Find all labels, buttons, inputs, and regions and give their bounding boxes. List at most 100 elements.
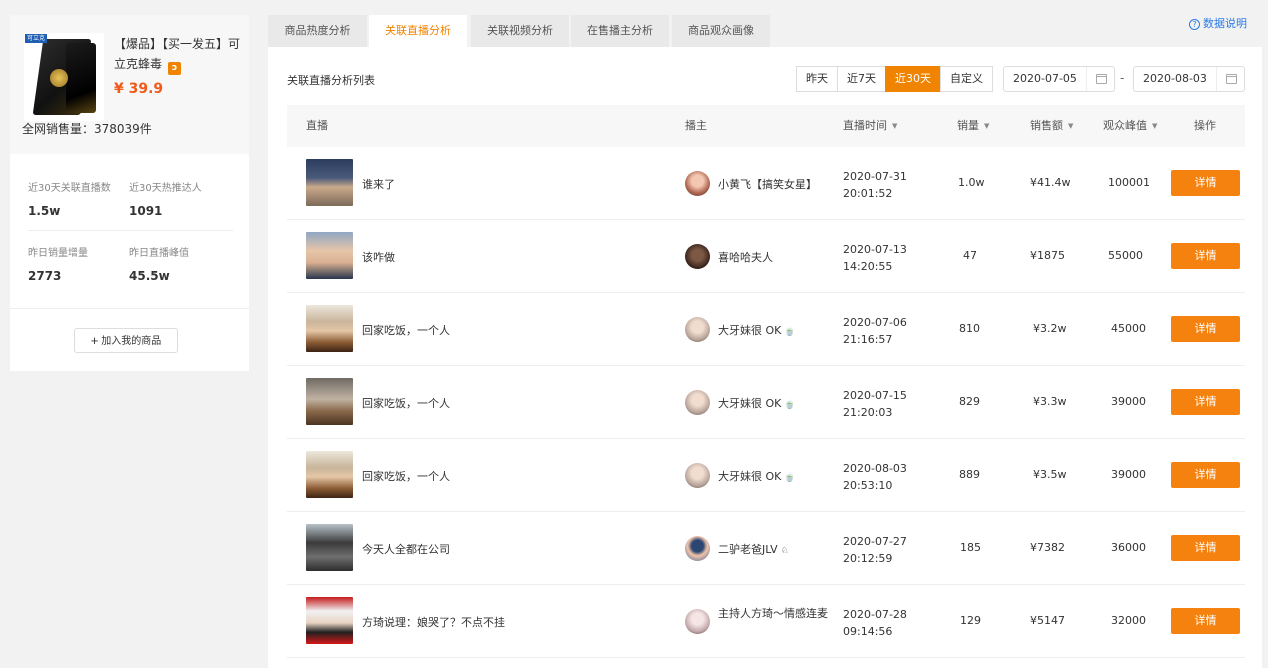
col-sales[interactable]: 销量 ▼: [957, 105, 989, 147]
product-summary: 可立克 【爆品】【买一发五】可立克蜂毒 ↄ ¥ 39.9 全网销售量：378039…: [10, 15, 249, 154]
stats-divider: [28, 230, 233, 231]
list-title: 关联直播分析列表: [287, 74, 375, 87]
avatar[interactable]: [685, 317, 710, 342]
range-custom-button[interactable]: 自定义: [940, 66, 993, 92]
tab-live[interactable]: 关联直播分析: [369, 15, 467, 47]
detail-button[interactable]: 详情: [1171, 316, 1240, 342]
live-thumbnail[interactable]: [306, 524, 353, 571]
stat-value: 2773: [28, 269, 62, 283]
teacup-icon: 🍵: [784, 400, 796, 410]
stat-value: 1091: [129, 204, 163, 218]
product-total-sales: 全网销售量：378039件: [22, 122, 152, 136]
avatar[interactable]: [685, 536, 710, 561]
live-thumbnail[interactable]: [306, 305, 353, 352]
live-time: 2020-07-27 20:12:59: [843, 533, 907, 567]
tab-anchors[interactable]: 在售播主分析: [571, 15, 669, 47]
detail-button[interactable]: 详情: [1171, 170, 1240, 196]
live-date: 2020-07-15: [843, 389, 907, 402]
live-title[interactable]: 回家吃饭，一个人: [362, 322, 450, 338]
anchor-name[interactable]: 主持人方琦～情感连麦: [718, 605, 828, 622]
anchor-name[interactable]: 大牙妹很 OK 🍵: [718, 468, 796, 484]
teacup-icon: 🍵: [784, 473, 796, 483]
col-amount[interactable]: 销售额 ▼: [1030, 105, 1073, 147]
avatar[interactable]: [685, 171, 710, 196]
add-to-my-products-button[interactable]: + 加入我的商品: [74, 328, 178, 353]
live-title[interactable]: 回家吃饭，一个人: [362, 395, 450, 411]
anchor-name-text: 大牙妹很 OK: [718, 470, 782, 483]
tab-heat[interactable]: 商品热度分析: [268, 15, 367, 47]
anchor-name-text: 二驴老爸JLV: [718, 543, 778, 556]
main-content: 关联直播分析列表 昨天 近7天 近30天 自定义 2020-07-05 - 20…: [268, 47, 1262, 668]
detail-button[interactable]: 详情: [1171, 389, 1240, 415]
amount-value: ¥3.3w: [1033, 395, 1067, 408]
date-start-field[interactable]: 2020-07-05: [1003, 66, 1115, 92]
calendar-icon[interactable]: [1086, 67, 1114, 91]
anchor-name[interactable]: 大牙妹很 OK 🍵: [718, 322, 796, 338]
date-end-field[interactable]: 2020-08-03: [1133, 66, 1245, 92]
sort-down-icon[interactable]: ▼: [984, 122, 989, 130]
table-row: 方琦说理：娘哭了？不点不挂 主持人方琦～情感连麦 2020-07-28 09:14…: [287, 585, 1245, 658]
table-row: 今天人全都在公司 二驴老爸JLV ♘ 2020-07-27 20:12:59 185…: [287, 512, 1245, 585]
stat-30d-lives: 近30天关联直播数 1.5w: [28, 179, 111, 218]
tab-video[interactable]: 关联视频分析: [471, 15, 569, 47]
peak-value: 36000: [1111, 541, 1146, 554]
range-30d-button[interactable]: 近30天: [885, 66, 941, 92]
teacup-icon: 🍵: [784, 327, 796, 337]
live-thumbnail[interactable]: [306, 597, 353, 644]
product-image[interactable]: 可立克: [24, 33, 104, 121]
col-peak[interactable]: 观众峰值 ▼: [1103, 105, 1157, 147]
help-label: 数据说明: [1203, 17, 1247, 30]
live-title[interactable]: 今天人全都在公司: [362, 541, 450, 557]
sort-down-icon[interactable]: ▼: [1068, 122, 1073, 130]
anchor-name[interactable]: 小黄飞【搞笑女星】: [718, 176, 817, 192]
col-time-label: 直播时间: [843, 119, 887, 132]
sales-value: 47: [963, 249, 977, 262]
detail-button[interactable]: 详情: [1171, 243, 1240, 269]
avatar[interactable]: [685, 244, 710, 269]
live-thumbnail[interactable]: [306, 451, 353, 498]
product-image-tag: 可立克: [25, 34, 48, 43]
live-clock: 14:20:55: [843, 260, 893, 273]
avatar[interactable]: [685, 463, 710, 488]
col-time[interactable]: 直播时间 ▼: [843, 105, 897, 147]
peak-value: 32000: [1111, 614, 1146, 627]
amount-value: ¥3.2w: [1033, 322, 1067, 335]
data-help-link[interactable]: ? 数据说明: [1189, 15, 1247, 31]
avatar[interactable]: [685, 609, 710, 634]
live-title[interactable]: 该咋做: [362, 249, 395, 265]
amount-value: ¥41.4w: [1030, 176, 1071, 189]
rss-icon[interactable]: ↄ: [168, 62, 182, 75]
live-thumbnail[interactable]: [306, 232, 353, 279]
calendar-icon[interactable]: [1216, 67, 1244, 91]
live-thumbnail[interactable]: [306, 378, 353, 425]
range-selector: 昨天 近7天 近30天 自定义: [796, 66, 993, 92]
sort-down-icon[interactable]: ▼: [1152, 122, 1157, 130]
live-time: 2020-07-15 21:20:03: [843, 387, 907, 421]
anchor-name[interactable]: 二驴老爸JLV ♘: [718, 541, 789, 557]
stat-value: 45.5w: [129, 269, 170, 283]
anchor-name[interactable]: 喜哈哈夫人: [718, 249, 773, 265]
live-clock: 21:20:03: [843, 406, 893, 419]
product-price: ¥ 39.9: [114, 81, 164, 97]
plus-icon: +: [90, 333, 99, 348]
tab-audience[interactable]: 商品观众画像: [672, 15, 770, 47]
live-title[interactable]: 谁来了: [362, 176, 395, 192]
detail-button[interactable]: 详情: [1171, 535, 1240, 561]
range-yesterday-button[interactable]: 昨天: [796, 66, 838, 92]
live-clock: 21:16:57: [843, 333, 893, 346]
anchor-name[interactable]: 大牙妹很 OK 🍵: [718, 395, 796, 411]
product-title[interactable]: 【爆品】【买一发五】可立克蜂毒 ↄ: [114, 34, 242, 75]
detail-button[interactable]: 详情: [1171, 462, 1240, 488]
live-title[interactable]: 方琦说理：娘哭了？不点不挂: [362, 614, 505, 630]
avatar[interactable]: [685, 390, 710, 415]
sales-value: 810: [959, 322, 980, 335]
live-thumbnail[interactable]: [306, 159, 353, 206]
detail-button[interactable]: 详情: [1171, 608, 1240, 634]
peak-value: 39000: [1111, 468, 1146, 481]
table-header: 直播 播主 直播时间 ▼ 销量 ▼ 销售额 ▼ 观众峰值 ▼ 操作: [287, 105, 1245, 147]
live-title[interactable]: 回家吃饭，一个人: [362, 468, 450, 484]
range-7d-button[interactable]: 近7天: [837, 66, 886, 92]
col-sales-label: 销量: [957, 119, 979, 132]
stat-yesterday-peak: 昨日直播峰值 45.5w: [129, 244, 189, 283]
sort-down-icon[interactable]: ▼: [892, 122, 897, 130]
